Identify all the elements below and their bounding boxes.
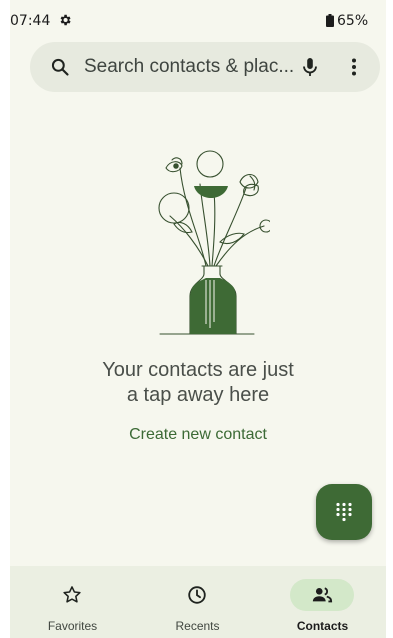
nav-label-recents: Recents <box>175 619 220 633</box>
battery-percent: 65% <box>337 13 369 29</box>
nav-item-recents[interactable]: Recents <box>135 566 260 638</box>
empty-state-message: Your contacts are just a tap away here <box>10 358 386 408</box>
battery-icon <box>326 14 334 27</box>
vase-illustration <box>158 150 270 335</box>
star-outline-icon <box>63 586 81 603</box>
more-vert-icon[interactable] <box>342 55 366 79</box>
empty-state-line-2: a tap away here <box>126 384 270 406</box>
contacts-screen: 07:44 65% Search contacts & plac... Your… <box>10 0 386 638</box>
search-icon <box>51 58 69 76</box>
clock-icon <box>188 586 206 604</box>
gear-icon <box>60 14 71 26</box>
status-bar: 07:44 65% <box>10 0 386 36</box>
nav-label-contacts: Contacts <box>296 619 349 633</box>
people-icon <box>312 587 333 603</box>
nav-item-contacts[interactable]: Contacts <box>260 566 385 638</box>
create-contact-button[interactable]: Create new contact <box>10 426 386 444</box>
active-indicator <box>290 579 354 611</box>
dialpad-icon <box>336 502 352 522</box>
search-input[interactable]: Search contacts & plac... <box>84 56 294 78</box>
status-time: 07:44 <box>10 13 51 29</box>
empty-state-line-1: Your contacts are just <box>102 359 294 381</box>
mic-icon[interactable] <box>298 55 322 79</box>
nav-label-favorites: Favorites <box>47 619 98 633</box>
bottom-navigation: Favorites Recents Contacts <box>10 566 386 638</box>
dialpad-button[interactable] <box>316 484 372 540</box>
nav-item-favorites[interactable]: Favorites <box>10 566 135 638</box>
search-bar[interactable]: Search contacts & plac... <box>30 42 380 92</box>
